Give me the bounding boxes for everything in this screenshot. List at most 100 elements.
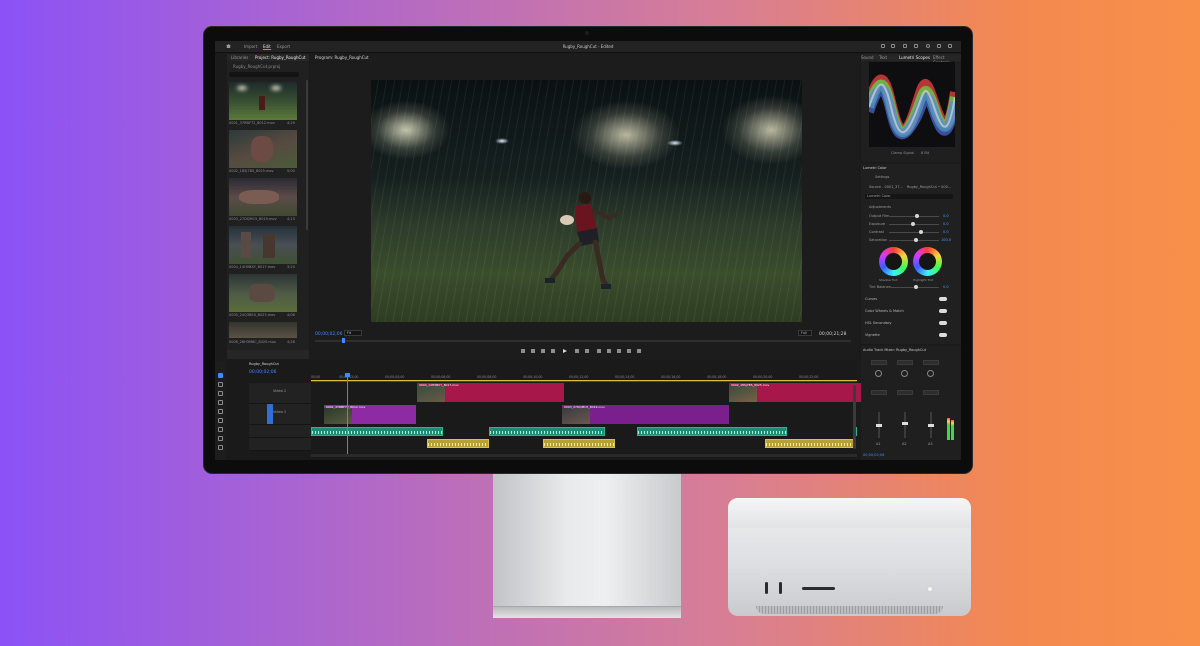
tab-libraries[interactable]: Libraries [231,55,248,60]
slider-value[interactable]: 0.0 [943,285,949,289]
output-film-slider[interactable] [889,214,939,218]
ripple-edit-icon[interactable] [218,391,223,396]
slider-value[interactable]: 0.0 [943,230,949,234]
notification-icon[interactable] [937,44,941,48]
go-to-in-icon[interactable] [541,349,545,353]
automation-dropdown[interactable] [897,390,913,395]
resolution-dropdown[interactable]: Full [798,330,812,336]
video-clip[interactable]: 0003_27DQMC5_8019.mov [562,405,729,424]
adjustments-label[interactable]: Adjustments [869,205,891,209]
source-dropdown[interactable]: Source - 0001_37... [869,185,903,189]
video-clip[interactable]: 0001_37RBF72_8012.mov [324,405,416,424]
volume-fader[interactable] [928,424,934,427]
clip-thumbnail[interactable] [229,274,297,312]
tab-project[interactable]: Project: Rugby_RoughCut [255,55,305,60]
music-clip[interactable] [427,439,489,448]
slider-knob[interactable] [911,222,915,226]
project-scrollbar[interactable] [306,80,308,230]
pen-icon[interactable] [218,418,223,423]
track-header-a2[interactable] [249,438,311,451]
clip-thumbnail[interactable] [229,226,297,264]
slider-knob[interactable] [919,230,923,234]
timeline-vertical-scrollbar[interactable] [853,385,856,449]
pan-knob[interactable] [875,370,882,377]
automation-dropdown[interactable] [871,390,887,395]
help-icon[interactable] [926,44,930,48]
slider-knob[interactable] [914,285,918,289]
track-header-a1[interactable] [249,425,311,438]
sequence-tab[interactable]: Rugby_RoughCut [249,362,279,366]
timeline-horizontal-scrollbar[interactable] [311,454,857,457]
go-to-out-icon[interactable] [585,349,589,353]
pan-knob[interactable] [927,370,934,377]
project-search-input[interactable] [229,72,299,77]
hsl-toggle[interactable] [939,321,947,325]
current-timecode[interactable]: 00;00;02;06 [315,332,342,337]
tint-balance-slider[interactable] [889,285,939,289]
saturation-slider[interactable] [889,238,939,242]
bit-depth-dropdown[interactable]: 8 Bit [921,151,929,155]
share-icon[interactable] [891,44,895,48]
audio-clip[interactable] [311,427,443,436]
playhead-handle[interactable] [342,338,345,343]
source-patch-v1[interactable] [267,404,273,424]
extract-icon[interactable] [607,349,611,353]
play-icon[interactable] [563,349,567,353]
selection-tool-icon[interactable] [218,373,223,378]
input-dropdown[interactable] [897,360,913,365]
track-header-v1[interactable]: Video 1 [249,404,311,425]
shadow-tint-wheel[interactable] [879,247,908,276]
playhead-handle[interactable] [345,373,350,377]
section-hsl[interactable]: HSL Secondary [865,321,891,325]
pan-knob[interactable] [901,370,908,377]
slider-knob[interactable] [914,238,918,242]
tab-text[interactable]: Text [879,55,887,60]
track-header-v2[interactable]: Video 2 [249,383,311,404]
rectangle-icon[interactable] [218,427,223,432]
timeline-playhead[interactable] [347,374,348,454]
audio-clip[interactable] [637,427,787,436]
slider-knob[interactable] [915,214,919,218]
hand-icon[interactable] [218,436,223,441]
volume-fader[interactable] [876,424,882,427]
lift-icon[interactable] [597,349,601,353]
target-dropdown[interactable]: Rugby_RoughCut • 000... [907,185,951,189]
type-icon[interactable] [218,445,223,450]
clip-thumbnail[interactable] [229,82,297,120]
music-clip[interactable] [765,439,855,448]
video-clip[interactable]: 0004_14H0BXY_8017.mov [417,383,564,402]
comparison-view-icon[interactable] [627,349,631,353]
track-select-icon[interactable] [218,382,223,387]
slider-value[interactable]: 0.0 [943,214,949,218]
contrast-slider[interactable] [889,230,939,234]
mark-out-icon[interactable] [531,349,535,353]
clip-thumbnail[interactable] [229,178,297,216]
clip-thumbnail[interactable] [229,130,297,168]
settings-label[interactable]: Settings [875,175,889,179]
timeline-timecode[interactable]: 00;00;02;06 [249,370,276,375]
volume-fader[interactable] [902,422,908,425]
program-scrubber[interactable] [315,340,851,342]
fit-dropdown[interactable]: Fit [344,330,362,336]
fullscreen-icon[interactable] [914,44,918,48]
export-frame-icon[interactable] [617,349,621,353]
clamp-signal-label[interactable]: Clamp Signal [891,151,914,155]
expand-icon[interactable] [948,44,952,48]
tab-lumetri-scopes[interactable]: Lumetri Scopes [899,55,930,60]
audio-clip[interactable] [489,427,605,436]
color-wheels-toggle[interactable] [939,309,947,313]
video-clip[interactable]: 0002_18SJ7B5_8025.mov [729,383,865,402]
clip-thumbnail[interactable] [229,322,297,338]
slip-icon[interactable] [218,409,223,414]
plus-icon[interactable] [637,349,641,353]
section-color-wheels[interactable]: Color Wheels & Match [865,309,904,313]
highlight-tint-wheel[interactable] [913,247,942,276]
section-vignette[interactable]: Vignette [865,333,880,337]
automation-dropdown[interactable] [923,390,939,395]
work-area-bar[interactable] [311,380,857,381]
curves-toggle[interactable] [939,297,947,301]
razor-icon[interactable] [218,400,223,405]
music-clip[interactable] [543,439,615,448]
slider-value[interactable]: 100.0 [941,238,951,242]
section-curves[interactable]: Curves [865,297,877,301]
